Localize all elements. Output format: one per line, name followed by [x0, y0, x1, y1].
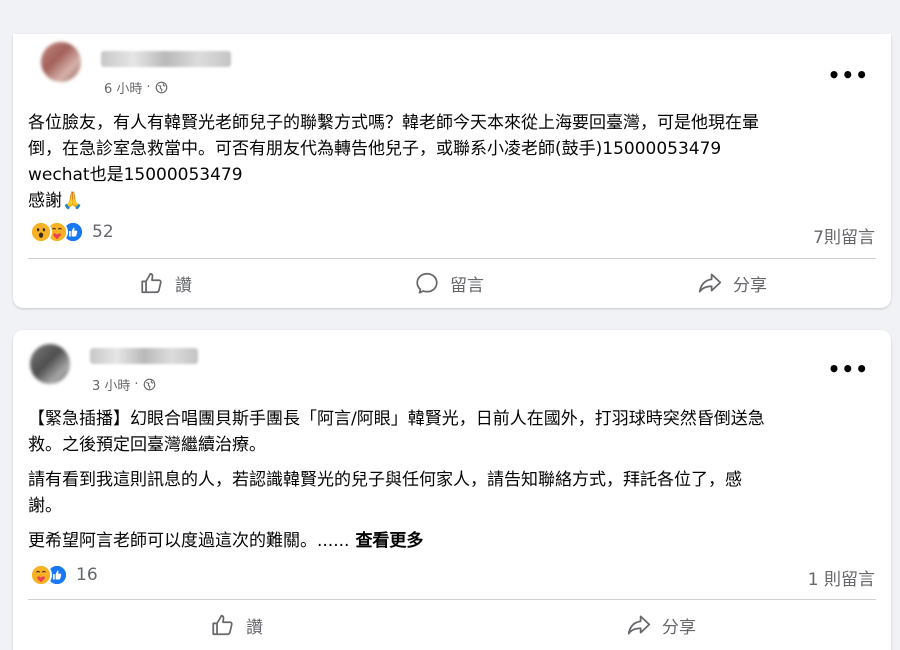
- like-label: 讚: [246, 617, 263, 638]
- post-card: 6 小時 · ••• 各位臉友，有人有韓賢光老師兒子的聯繫方式嗎？韓老師今天本來…: [13, 34, 891, 308]
- author-name-blurred[interactable]: [90, 348, 198, 364]
- post-body: 【緊急插播】幻眼合唱團貝斯手團長「阿言/阿眼」韓賢光，日前人在國外，打羽球時突然…: [28, 406, 863, 554]
- avatar[interactable]: [30, 344, 70, 384]
- post-card: 3 小時 · ••• 【緊急插播】幻眼合唱團貝斯手團長「阿言/阿眼」韓賢光，日前…: [13, 330, 891, 650]
- meta-dot: ·: [134, 377, 139, 392]
- comment-count-link[interactable]: 7則留言: [813, 223, 875, 248]
- like-button[interactable]: 讚: [139, 270, 192, 296]
- post-time[interactable]: 3 小時: [92, 375, 130, 394]
- reaction-summary[interactable]: 16: [30, 564, 98, 586]
- like-button[interactable]: 讚: [210, 612, 263, 638]
- post-line: 救。之後預定回臺灣繼續治療。: [28, 435, 266, 455]
- globe-icon: [155, 81, 167, 94]
- meta-dot: ·: [146, 80, 151, 95]
- post-line: 倒，在急診室急救當中。可否有朋友代為轉告他兒子，或聯系小凌老師(鼓手)15000…: [28, 139, 722, 159]
- post-line: 【緊急插播】幻眼合唱團貝斯手團長「阿言/阿眼」韓賢光，日前人在國外，打羽球時突然…: [28, 409, 765, 429]
- see-more-link[interactable]: 查看更多: [355, 531, 423, 551]
- post-line: 感謝🙏: [28, 191, 84, 211]
- divider: [28, 599, 876, 600]
- post-line-text: 更希望阿言老師可以度過這次的難關。......: [28, 531, 350, 551]
- avatar[interactable]: [41, 42, 81, 82]
- globe-icon: [143, 378, 155, 391]
- author-name-blurred[interactable]: [101, 51, 231, 67]
- post-line: wechat也是15000053479: [28, 165, 243, 185]
- share-arrow-icon: [627, 615, 651, 635]
- reaction-count: 16: [76, 565, 98, 585]
- post-line: 更希望阿言老師可以度過這次的難關。...... 查看更多: [28, 528, 863, 554]
- share-label: 分享: [662, 617, 696, 638]
- share-button[interactable]: 分享: [626, 612, 696, 638]
- care-icon: [30, 564, 52, 586]
- share-arrow-icon: [698, 273, 722, 293]
- post-line: 謝。: [28, 496, 62, 516]
- reaction-count: 52: [92, 222, 114, 242]
- wow-icon: [30, 221, 52, 243]
- thumbs-up-icon: [212, 614, 233, 636]
- thumbs-up-icon: [141, 272, 162, 294]
- post-meta: 3 小時 ·: [92, 375, 156, 394]
- comment-label: 留言: [450, 275, 484, 296]
- divider: [28, 258, 876, 259]
- post-time[interactable]: 6 小時: [104, 78, 142, 97]
- reaction-summary[interactable]: 52: [30, 221, 114, 243]
- post-body: 各位臉友，有人有韓賢光老師兒子的聯繫方式嗎？韓老師今天本來從上海要回臺灣，可是他…: [28, 110, 863, 214]
- post-line: 各位臉友，有人有韓賢光老師兒子的聯繫方式嗎？韓老師今天本來從上海要回臺灣，可是他…: [28, 113, 759, 133]
- comment-button[interactable]: 留言: [414, 270, 484, 296]
- comment-bubble-icon: [416, 272, 438, 294]
- share-label: 分享: [733, 275, 767, 296]
- share-button[interactable]: 分享: [697, 270, 767, 296]
- more-options-button[interactable]: •••: [828, 65, 869, 85]
- like-label: 讚: [175, 275, 192, 296]
- post-meta: 6 小時 ·: [104, 78, 168, 97]
- comment-count-link[interactable]: 1 則留言: [808, 565, 875, 590]
- more-options-button[interactable]: •••: [828, 359, 869, 379]
- post-line: 請有看到我這則訊息的人，若認識韓賢光的兒子與任何家人，請告知聯絡方式，拜託各位了…: [28, 470, 742, 490]
